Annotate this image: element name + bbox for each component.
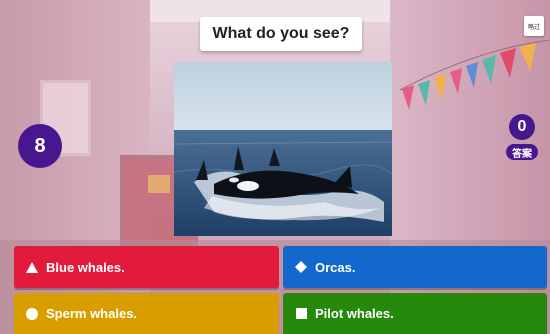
background-noticeboard xyxy=(148,175,170,193)
answers-count-label: 答案 xyxy=(506,144,538,160)
countdown-timer: 8 xyxy=(18,124,62,168)
answer-label: Sperm whales. xyxy=(46,306,138,321)
diamond-icon xyxy=(289,261,313,273)
answer-label: Orcas. xyxy=(315,259,356,275)
answers-count-badge: 0 xyxy=(509,114,535,140)
answer-button-pilot-whales[interactable]: Pilot whales. xyxy=(283,293,547,334)
answer-button-blue-whales[interactable]: Blue whales. xyxy=(14,246,279,288)
circle-icon xyxy=(20,307,44,320)
orcas-photo xyxy=(174,62,392,236)
answer-button-orcas[interactable]: Orcas. xyxy=(283,246,547,288)
question-image xyxy=(174,62,392,236)
answer-label: Blue whales. xyxy=(46,259,125,275)
question-title: What do you see? xyxy=(200,17,362,51)
answer-label: Pilot whales. xyxy=(315,306,394,321)
triangle-icon xyxy=(20,261,44,273)
square-icon xyxy=(289,308,313,319)
answer-button-sperm-whales[interactable]: Sperm whales. xyxy=(14,293,279,334)
skip-button[interactable]: 略过 xyxy=(524,16,544,36)
